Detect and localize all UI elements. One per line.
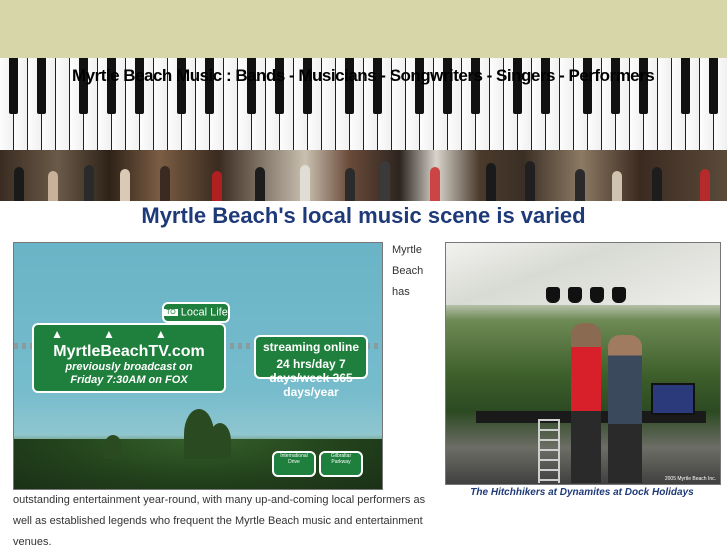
up-arrow-icon: ▲▲▲ bbox=[51, 327, 207, 341]
streaming-sign: streaming online 24 hrs/day 7 days/week … bbox=[254, 335, 368, 399]
piano-black-key bbox=[37, 58, 46, 114]
performer-figure bbox=[120, 169, 130, 201]
stage-light-icon bbox=[590, 287, 604, 303]
performer-figure bbox=[300, 165, 310, 201]
performer-figure bbox=[255, 167, 265, 201]
myrtlebeachtv-sign: ▲▲▲ MyrtleBeachTV.com previously broadca… bbox=[32, 323, 226, 393]
performer-figure bbox=[700, 169, 710, 201]
tent-canopy bbox=[446, 243, 720, 305]
page-headline: Myrtle Beach's local music scene is vari… bbox=[141, 203, 586, 228]
performer-figure bbox=[48, 171, 58, 201]
band-performance-photo: 2005 Myrtle Beach Inc. bbox=[445, 242, 721, 485]
performer-figure bbox=[608, 335, 642, 483]
streaming-label: streaming online bbox=[262, 340, 360, 354]
tree-icon bbox=[209, 423, 231, 459]
small-road-sign: Gilbraltar Parkway bbox=[319, 451, 363, 477]
sign-line-1: previously broadcast on bbox=[65, 361, 193, 373]
stage-light-icon bbox=[568, 287, 582, 303]
piano-black-key bbox=[709, 58, 718, 114]
myrtlebeachtv-sign-image: TO Local Life ▲▲▲ MyrtleBeachTV.com previ… bbox=[13, 242, 383, 490]
top-bar bbox=[0, 0, 727, 58]
performer-figure bbox=[345, 168, 355, 201]
performer-figure bbox=[525, 161, 535, 201]
sign-line-2: Friday 7:30AM on FOX bbox=[70, 374, 188, 386]
site-title: Myrtle Beach Music : Bands - Musicians -… bbox=[72, 66, 655, 85]
performer-figure bbox=[486, 163, 496, 201]
performer-figure bbox=[652, 167, 662, 201]
sign-site-name: MyrtleBeachTV.com bbox=[53, 343, 205, 360]
performer-figure bbox=[575, 169, 585, 201]
streaming-schedule: 24 hrs/day 7 days/week 365 days/year bbox=[269, 357, 353, 399]
intro-text-side: Myrtle Beach has bbox=[392, 244, 424, 298]
performer-figure bbox=[14, 167, 24, 201]
photo-credit: 2005 Myrtle Beach Inc. bbox=[664, 476, 716, 482]
band-photo-caption: The Hitchhikers at Dynamites at Dock Hol… bbox=[470, 487, 694, 498]
stage-light-icon bbox=[612, 287, 626, 303]
to-label: TO bbox=[164, 309, 178, 316]
intro-text-body: outstanding entertainment year-round, wi… bbox=[13, 494, 426, 548]
tree-icon bbox=[104, 435, 122, 459]
piano-black-key bbox=[9, 58, 18, 114]
local-life-sign: TO Local Life bbox=[162, 302, 230, 323]
performer-figure bbox=[430, 167, 440, 201]
performers-photo-strip bbox=[0, 150, 727, 201]
performer-figure bbox=[571, 323, 601, 483]
performer-figure bbox=[612, 171, 622, 201]
laptop-icon bbox=[651, 383, 695, 415]
small-road-sign: International Drive bbox=[272, 451, 316, 477]
performer-figure bbox=[84, 165, 94, 201]
local-life-label: Local Life bbox=[180, 306, 228, 319]
performer-figure bbox=[160, 166, 170, 201]
performer-figure bbox=[212, 171, 222, 201]
piano-black-key bbox=[681, 58, 690, 114]
ladder bbox=[538, 419, 560, 483]
performer-figure bbox=[380, 161, 390, 201]
stage-light-icon bbox=[546, 287, 560, 303]
